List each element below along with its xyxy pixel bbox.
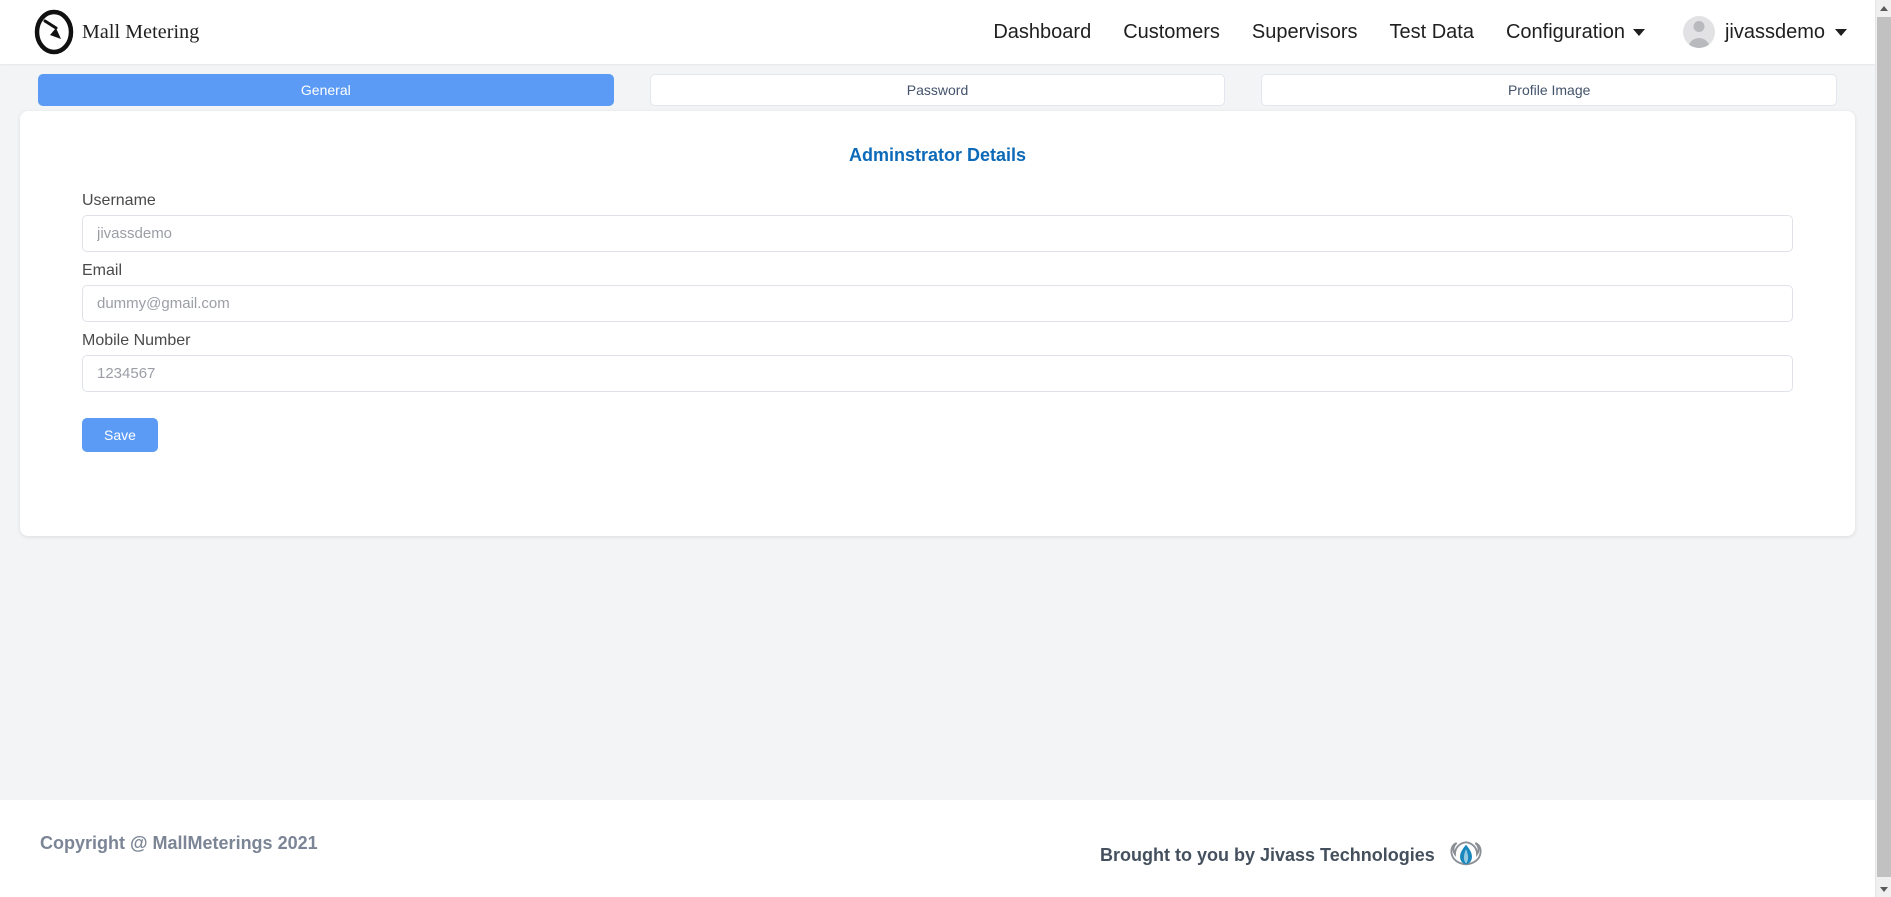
- save-button[interactable]: Save: [82, 418, 158, 452]
- email-label: Email: [82, 262, 123, 279]
- app-root: Mall Metering Dashboard Customers Superv…: [0, 0, 1891, 897]
- nav-links: Dashboard Customers Supervisors Test Dat…: [977, 12, 1857, 52]
- brand-logo-link[interactable]: Mall Metering: [30, 8, 199, 56]
- tab-profile-image[interactable]: Profile Image: [1261, 74, 1838, 106]
- user-avatar-icon: [1682, 16, 1715, 48]
- scroll-down-arrow-icon[interactable]: [1876, 881, 1891, 897]
- chevron-down-icon: [1835, 28, 1847, 36]
- username-label: Username: [82, 192, 156, 209]
- footer-credit: Brought to you by Jivass Technologies: [1100, 838, 1483, 872]
- brand-name: Mall Metering: [82, 20, 200, 43]
- nav-configuration-dropdown[interactable]: Configuration: [1490, 14, 1661, 50]
- email-field[interactable]: [82, 285, 1793, 322]
- footer-copyright: Copyright @ MallMeterings 2021: [40, 833, 318, 853]
- top-navbar: Mall Metering Dashboard Customers Superv…: [0, 0, 1875, 64]
- jivass-flame-icon: [1450, 841, 1482, 866]
- user-menu[interactable]: jivassdemo: [1675, 12, 1857, 52]
- page-title: Adminstrator Details: [848, 145, 1027, 165]
- page-footer: Copyright @ MallMeterings 2021 Brought t…: [0, 800, 1875, 897]
- field-email: Email: [82, 262, 1793, 322]
- user-menu-label: jivassdemo: [1724, 20, 1825, 43]
- scrollbar-thumb[interactable]: [1877, 17, 1891, 877]
- nav-configuration-label: Configuration: [1505, 21, 1625, 43]
- sidebar-item-supervisors[interactable]: Supervisors: [1236, 14, 1374, 50]
- mobile-number-label: Mobile Number: [82, 332, 191, 349]
- scroll-up-arrow-icon[interactable]: [1876, 0, 1891, 16]
- meter-gauge-icon: [34, 9, 74, 55]
- vertical-scrollbar[interactable]: [1875, 0, 1891, 897]
- tab-password[interactable]: Password: [649, 74, 1226, 106]
- footer-credit-text: Brought to you by Jivass Technologies: [1100, 844, 1435, 865]
- chevron-down-icon: [1632, 28, 1645, 36]
- tab-general[interactable]: General: [38, 74, 614, 106]
- mobile-number-input[interactable]: [82, 355, 1793, 392]
- field-mobile-number: Mobile Number: [82, 332, 1793, 392]
- administrator-details-card: Adminstrator Details Username Email Mobi…: [20, 111, 1855, 536]
- sidebar-item-dashboard[interactable]: Dashboard: [977, 14, 1107, 50]
- administrator-details-form: Username Email Mobile Number Save: [20, 166, 1855, 452]
- username-input[interactable]: [82, 215, 1793, 252]
- field-username: Username: [82, 192, 1793, 252]
- sidebar-item-customers[interactable]: Customers: [1107, 14, 1236, 50]
- settings-tabs: General Password Profile Image: [0, 74, 1875, 106]
- sidebar-item-test-data[interactable]: Test Data: [1374, 14, 1490, 50]
